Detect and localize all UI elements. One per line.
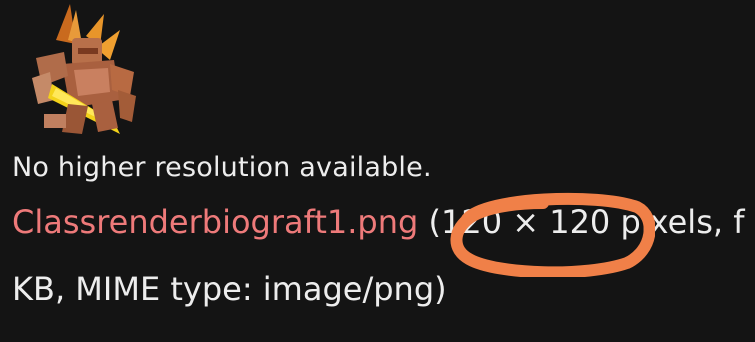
open-paren-text: ( <box>418 203 441 241</box>
file-details-text: KB, MIME type: image/png) <box>12 270 447 308</box>
robot-character-render-icon <box>32 4 136 134</box>
file-info-line: Classrenderbiograft1.png (120 × 120 pixe… <box>12 203 744 241</box>
resolution-status-text: No higher resolution available. <box>12 152 432 183</box>
file-name-link[interactable]: Classrenderbiograft1.png <box>12 203 418 241</box>
image-dimensions-text: 120 × 120 <box>440 203 611 241</box>
pixels-text: pixels, f <box>610 203 745 241</box>
file-thumbnail[interactable] <box>22 0 140 140</box>
